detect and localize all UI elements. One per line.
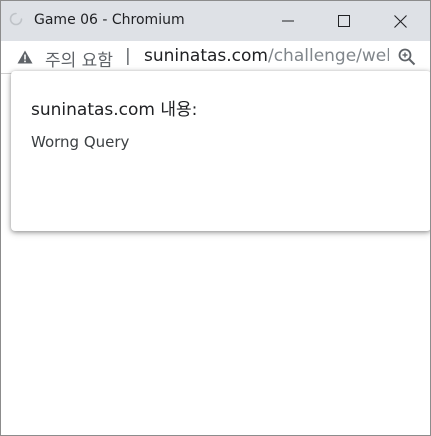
zoom-icon[interactable] xyxy=(398,48,416,66)
maximize-button[interactable] xyxy=(319,1,369,41)
loading-spinner-icon xyxy=(9,12,23,26)
minimize-button[interactable] xyxy=(263,1,313,41)
close-icon xyxy=(393,14,407,28)
warning-icon[interactable] xyxy=(17,50,33,64)
maximize-icon xyxy=(338,15,350,27)
close-button[interactable] xyxy=(375,1,425,41)
title-bar[interactable]: Game 06 - Chromium xyxy=(1,1,430,41)
dialog-title: suninatas.com 내용: xyxy=(31,100,198,120)
alert-dialog: suninatas.com 내용: Worng Query xyxy=(11,71,430,231)
url-path: /challenge/web0 xyxy=(267,46,389,66)
url-host: suninatas.com xyxy=(144,46,268,66)
browser-window: Game 06 - Chromium 주의 요함 | suninatas.com… xyxy=(0,0,431,436)
address-separator: | xyxy=(125,46,131,66)
window-title: Game 06 - Chromium xyxy=(34,12,185,28)
url-field[interactable]: suninatas.com/challenge/web0 xyxy=(144,46,389,66)
dialog-message: Worng Query xyxy=(31,133,130,151)
minimize-icon xyxy=(282,20,294,22)
security-status-label[interactable]: 주의 요함 xyxy=(45,46,113,71)
address-bar[interactable]: 주의 요함 | suninatas.com/challenge/web0 xyxy=(1,41,430,74)
